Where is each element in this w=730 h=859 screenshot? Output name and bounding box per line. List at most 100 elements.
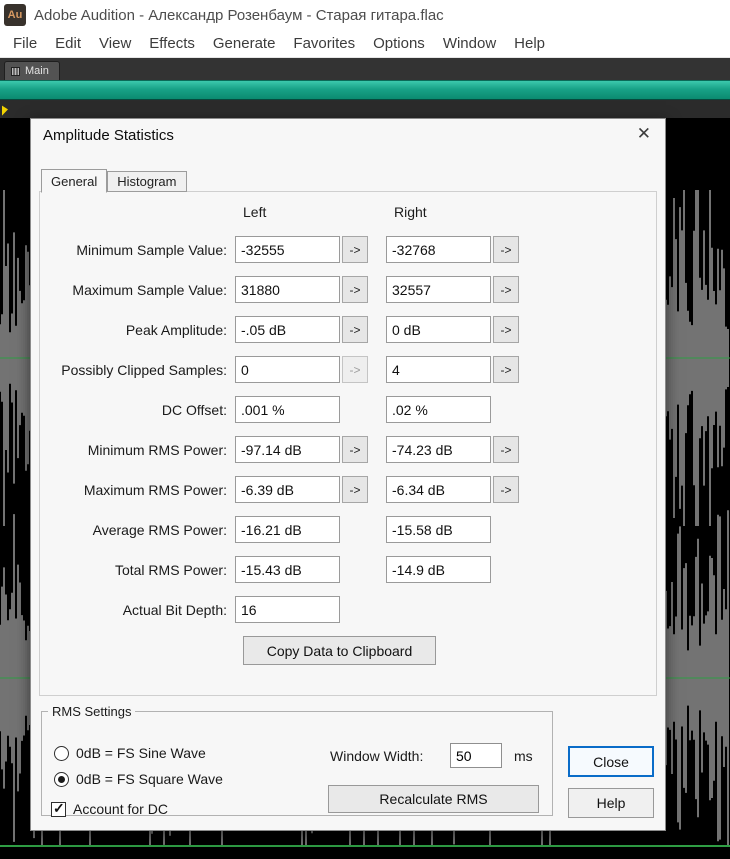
menu-favorites[interactable]: Favorites xyxy=(284,30,364,57)
menu-generate[interactable]: Generate xyxy=(204,30,285,57)
stat-field-left[interactable]: -32555 xyxy=(235,236,340,263)
radio-sine-label: 0dB = FS Sine Wave xyxy=(76,745,206,761)
stat-field-right[interactable]: -32768 xyxy=(386,236,491,263)
goto-right-arrow-button[interactable]: -> xyxy=(493,356,519,383)
stat-field-right[interactable]: -6.34 dB xyxy=(386,476,491,503)
radio-icon xyxy=(54,745,69,761)
radio-selected-icon xyxy=(54,771,69,787)
stat-row: Maximum Sample Value: 31880 -> 32557 -> xyxy=(40,276,656,303)
stat-field-left[interactable]: 16 xyxy=(235,596,340,623)
recalculate-rms-button[interactable]: Recalculate RMS xyxy=(328,785,539,813)
stat-row-label: Minimum Sample Value: xyxy=(76,241,227,258)
stat-field-left[interactable]: -6.39 dB xyxy=(235,476,340,503)
stats-rows: Minimum Sample Value: -32555 -> -32768 -> Max… xyxy=(40,236,656,623)
close-button[interactable]: Close xyxy=(568,746,654,777)
goto-left-arrow-button: -> xyxy=(342,356,368,383)
radio-square-label: 0dB = FS Square Wave xyxy=(76,771,223,787)
window-width-unit: ms xyxy=(514,748,533,764)
arrow-spacer xyxy=(340,556,368,583)
stat-row: Total RMS Power: -15.43 dB -14.9 dB xyxy=(40,556,656,583)
menu-edit[interactable]: Edit xyxy=(46,30,90,57)
stat-row-label: Maximum Sample Value: xyxy=(72,281,227,298)
checkbox-checked-icon xyxy=(51,800,66,817)
stat-field-left[interactable]: -15.43 dB xyxy=(235,556,340,583)
app-icon: Au xyxy=(4,4,26,26)
arrow-spacer xyxy=(491,556,519,583)
stat-row: DC Offset: .001 % .02 % xyxy=(40,396,656,423)
arrow-spacer xyxy=(491,396,519,423)
goto-right-arrow-button[interactable]: -> xyxy=(493,316,519,343)
goto-right-arrow-button[interactable]: -> xyxy=(493,476,519,503)
stat-field-right[interactable]: 0 dB xyxy=(386,316,491,343)
session-overview-bar[interactable] xyxy=(0,80,730,100)
stat-row-label: Maximum RMS Power: xyxy=(83,481,227,498)
menu-window[interactable]: Window xyxy=(434,30,505,57)
app-icon-text: Au xyxy=(7,9,23,21)
file-tab-strip: Main xyxy=(0,58,730,80)
stat-row: Possibly Clipped Samples: 0 -> 4 -> xyxy=(40,356,656,383)
stat-field-right[interactable]: -74.23 dB xyxy=(386,436,491,463)
stat-row: Minimum Sample Value: -32555 -> -32768 -> xyxy=(40,236,656,263)
stat-field-right[interactable]: .02 % xyxy=(386,396,491,423)
help-button[interactable]: Help xyxy=(568,788,654,818)
column-headers: Left Right xyxy=(40,204,656,220)
goto-left-arrow-button[interactable]: -> xyxy=(342,236,368,263)
goto-left-arrow-button[interactable]: -> xyxy=(342,276,368,303)
radio-square-wave[interactable]: 0dB = FS Square Wave xyxy=(54,771,223,787)
stat-row-label: Minimum RMS Power: xyxy=(87,441,227,458)
stat-row-label: Actual Bit Depth: xyxy=(122,601,227,618)
copy-data-button[interactable]: Copy Data to Clipboard xyxy=(243,636,436,665)
stat-row: Actual Bit Depth: 16 xyxy=(40,596,656,623)
goto-right-arrow-button[interactable]: -> xyxy=(493,236,519,263)
goto-right-arrow-button[interactable]: -> xyxy=(493,436,519,463)
dialog-tabs: General Histogram xyxy=(41,169,187,193)
timeline-strip xyxy=(0,100,730,118)
amplitude-statistics-dialog: Amplitude Statistics ✕ General Histogram… xyxy=(30,118,666,831)
window-title: Adobe Audition - Александр Розенбаум - С… xyxy=(34,6,444,24)
stat-field-right[interactable]: 4 xyxy=(386,356,491,383)
stat-row: Minimum RMS Power: -97.14 dB -> -74.23 dB -> xyxy=(40,436,656,463)
stat-field-left[interactable]: -16.21 dB xyxy=(235,516,340,543)
stat-field-right[interactable]: -15.58 dB xyxy=(386,516,491,543)
stat-field-left[interactable]: -97.14 dB xyxy=(235,436,340,463)
goto-right-arrow-button[interactable]: -> xyxy=(493,276,519,303)
tab-histogram[interactable]: Histogram xyxy=(107,171,187,192)
stat-row: Peak Amplitude: -.05 dB -> 0 dB -> xyxy=(40,316,656,343)
column-right: Right xyxy=(394,204,427,220)
goto-left-arrow-button[interactable]: -> xyxy=(342,316,368,343)
stat-field-right[interactable]: 32557 xyxy=(386,276,491,303)
stat-row-label: DC Offset: xyxy=(161,401,227,418)
rms-settings-group: RMS Settings 0dB = FS Sine Wave 0dB = FS… xyxy=(41,704,553,817)
stat-field-right[interactable]: -14.9 dB xyxy=(386,556,491,583)
window-width-label: Window Width: xyxy=(330,748,424,764)
dialog-title: Amplitude Statistics xyxy=(43,127,174,144)
tab-general[interactable]: General xyxy=(41,169,108,193)
window-width-input[interactable] xyxy=(450,743,502,768)
arrow-spacer xyxy=(340,396,368,423)
stat-field-left[interactable]: 31880 xyxy=(235,276,340,303)
main-file-tab[interactable]: Main xyxy=(4,61,60,80)
arrow-spacer xyxy=(340,516,368,543)
menu-help[interactable]: Help xyxy=(505,30,554,57)
playhead-marker[interactable] xyxy=(2,104,8,116)
stat-row-label: Possibly Clipped Samples: xyxy=(61,361,227,378)
stat-field-left[interactable]: .001 % xyxy=(235,396,340,423)
goto-left-arrow-button[interactable]: -> xyxy=(342,476,368,503)
radio-sine-wave[interactable]: 0dB = FS Sine Wave xyxy=(54,745,206,761)
rms-settings-legend: RMS Settings xyxy=(52,704,132,719)
stat-row-label: Total RMS Power: xyxy=(114,561,227,578)
menu-view[interactable]: View xyxy=(90,30,140,57)
menu-effects[interactable]: Effects xyxy=(140,30,204,57)
menu-options[interactable]: Options xyxy=(364,30,434,57)
stat-field-left[interactable]: -.05 dB xyxy=(235,316,340,343)
main-tab-label: Main xyxy=(25,65,49,77)
screen: Au Adobe Audition - Александр Розенбаум … xyxy=(0,0,730,859)
stat-field-left[interactable]: 0 xyxy=(235,356,340,383)
stat-row: Average RMS Power: -16.21 dB -15.58 dB xyxy=(40,516,656,543)
menu-file[interactable]: File xyxy=(4,30,46,57)
goto-left-arrow-button[interactable]: -> xyxy=(342,436,368,463)
checkbox-account-dc[interactable]: Account for DC xyxy=(51,800,168,817)
stat-row-label: Peak Amplitude: xyxy=(125,321,227,338)
stat-row-label: Average RMS Power: xyxy=(92,521,227,538)
close-icon[interactable]: ✕ xyxy=(637,125,651,142)
